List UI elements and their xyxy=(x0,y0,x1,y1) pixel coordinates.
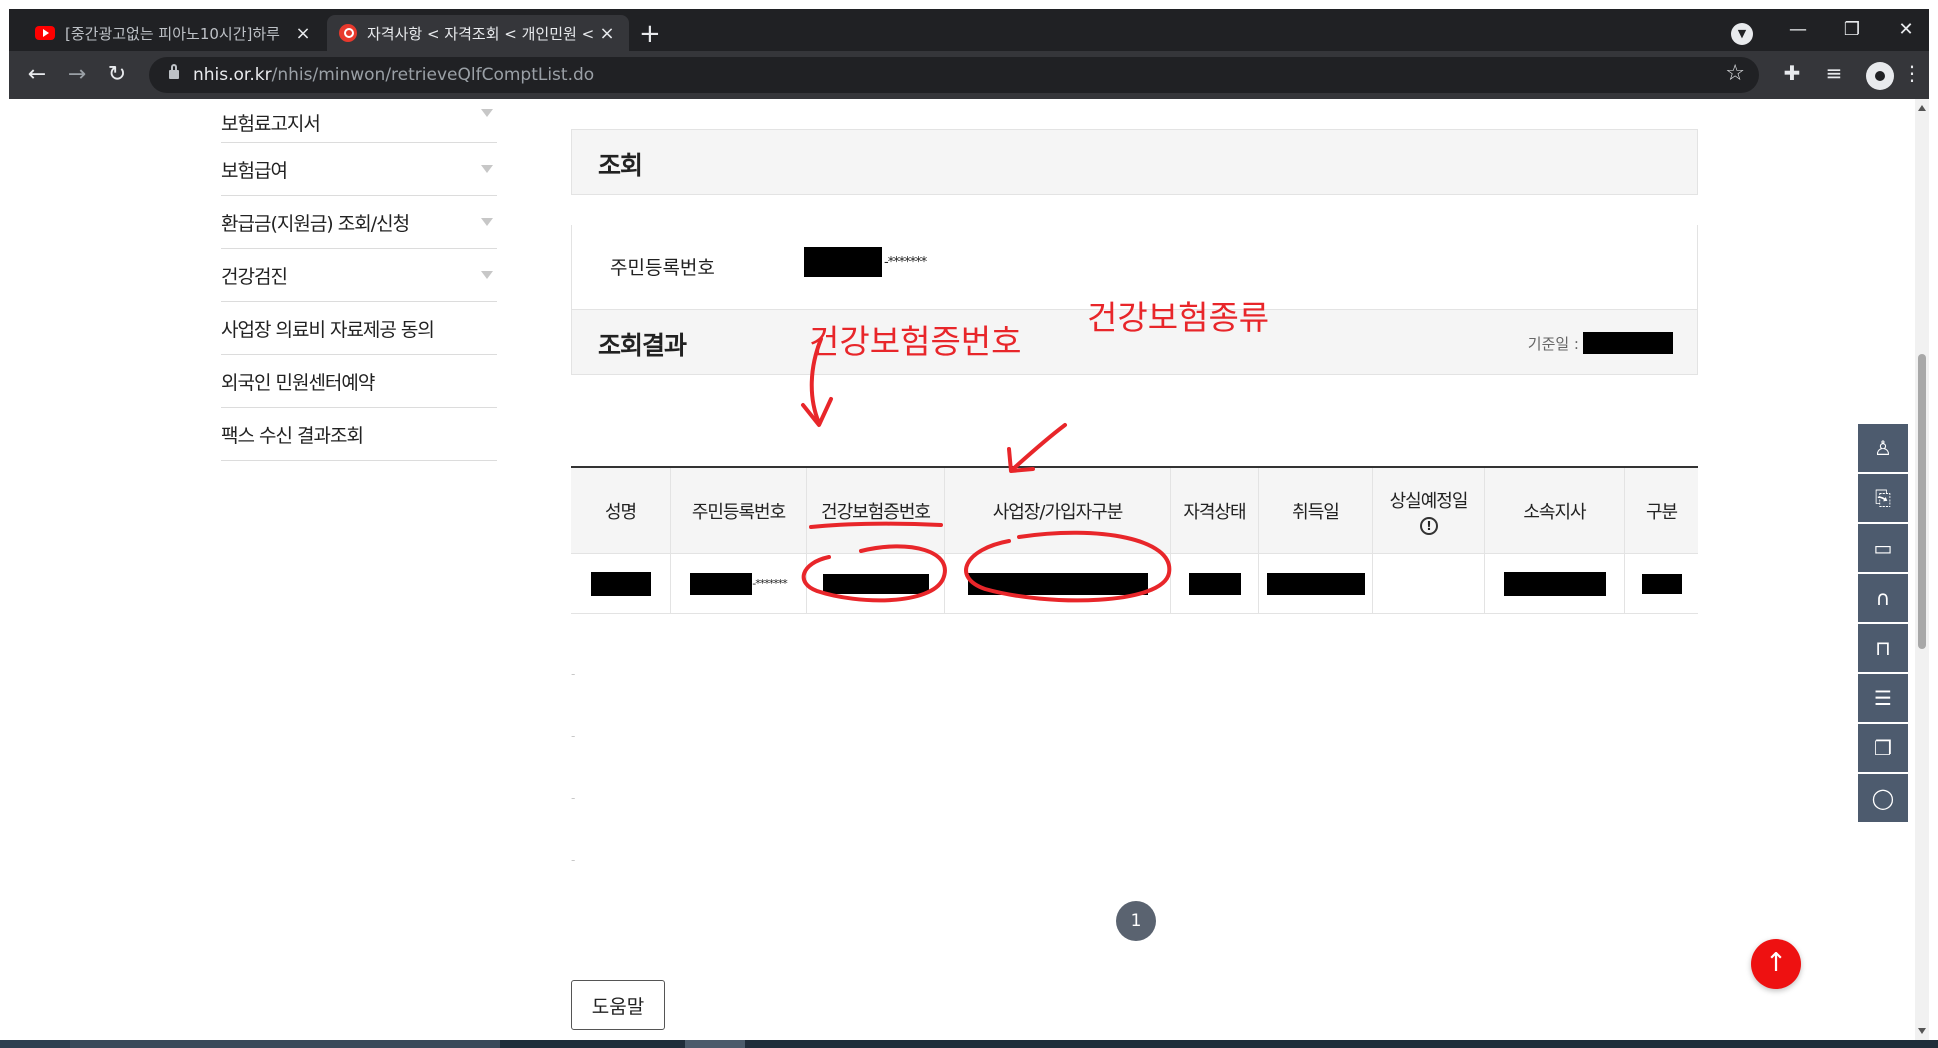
taskbar-search[interactable] xyxy=(70,1040,500,1048)
tab-title: [중간광고없는 피아노10시간]하루 xyxy=(65,24,280,43)
minimize-button[interactable]: — xyxy=(1775,15,1821,45)
scroll-thumb[interactable] xyxy=(1918,354,1926,649)
tab-youtube[interactable]: [중간광고없는 피아노10시간]하루 × xyxy=(23,15,325,51)
scroll-up-arrow-icon[interactable] xyxy=(1918,105,1926,111)
tab-search-icon[interactable]: ▼ xyxy=(1731,23,1753,45)
url-text[interactable]: nhis.or.kr/nhis/minwon/retrieveQlfComptL… xyxy=(193,65,594,85)
taskbar-app[interactable] xyxy=(685,1040,745,1048)
browser-toolbar: ← → ↻ nhis.or.kr/nhis/minwon/retrieveQlf… xyxy=(9,51,1929,99)
vertical-scrollbar[interactable] xyxy=(1915,99,1929,1040)
reading-list-icon[interactable]: ≡ xyxy=(1820,61,1848,85)
os-taskbar xyxy=(0,1040,1938,1048)
nhis-logo-icon xyxy=(339,24,357,42)
bookmark-star-icon[interactable]: ☆ xyxy=(1725,61,1745,86)
tab-nhis[interactable]: 자격사항 < 자격조회 < 개인민원 < × xyxy=(327,15,629,51)
youtube-icon xyxy=(35,26,55,40)
page-content: 보험료고지서 보험급여 환급금(지원금) 조회/신청 건강검진 사업장 의료비 … xyxy=(9,99,1915,1040)
close-window-button[interactable]: ✕ xyxy=(1883,15,1929,45)
back-arrow-icon[interactable]: ← xyxy=(23,61,51,89)
extensions-puzzle-icon[interactable]: ✚ xyxy=(1778,61,1806,85)
start-button[interactable] xyxy=(0,1040,70,1048)
browser-titlebar: [중간광고없는 피아노10시간]하루 × 자격사항 < 자격조회 < 개인민원 … xyxy=(9,9,1929,51)
scroll-down-arrow-icon[interactable] xyxy=(1918,1028,1926,1034)
forward-arrow-icon[interactable]: → xyxy=(63,61,91,89)
annotation-strokes xyxy=(801,337,1172,603)
new-tab-button[interactable]: + xyxy=(639,21,661,47)
tab-title: 자격사항 < 자격조회 < 개인민원 < xyxy=(367,24,595,43)
address-bar[interactable]: nhis.or.kr/nhis/minwon/retrieveQlfComptL… xyxy=(149,57,1759,93)
menu-kebab-icon[interactable]: ⋮ xyxy=(1898,61,1926,85)
lock-icon[interactable] xyxy=(169,64,179,79)
tab-close-icon[interactable]: × xyxy=(597,23,617,44)
restore-button[interactable]: ❐ xyxy=(1829,15,1875,45)
profile-avatar[interactable] xyxy=(1866,62,1894,90)
tab-close-icon[interactable]: × xyxy=(293,23,313,44)
reload-icon[interactable]: ↻ xyxy=(103,61,131,89)
